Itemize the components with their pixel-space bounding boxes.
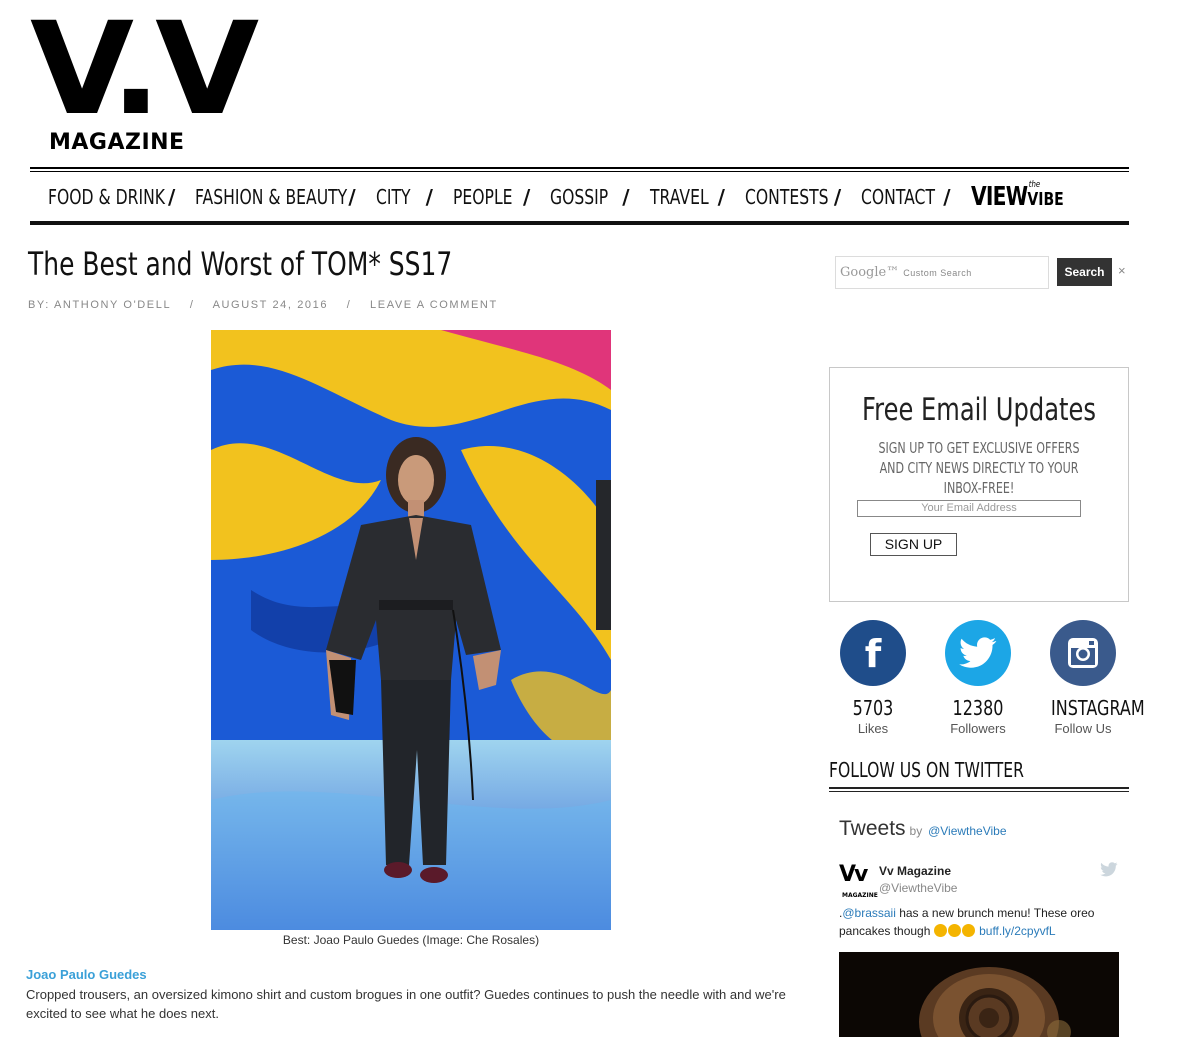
view-logo-view: VIEW	[970, 182, 1028, 212]
runway-photo	[211, 330, 611, 930]
tweet-media-image[interactable]	[839, 952, 1119, 1037]
facebook-icon[interactable]: f	[840, 620, 906, 686]
tweets-widget-header: Tweets by @ViewtheVibe	[839, 817, 1007, 841]
tweet-text: .@brassaii has a new brunch menu! These …	[839, 904, 1119, 940]
nav-rule	[30, 221, 1129, 225]
runway-photo-illustration	[211, 330, 611, 930]
tweets-by: by	[909, 824, 923, 838]
emoji-icon	[933, 924, 947, 937]
svg-text:f: f	[865, 635, 882, 671]
nav-rule	[30, 167, 1129, 169]
nav-separator: /	[833, 185, 842, 209]
site-logo[interactable]: V.V MAGAZINE	[30, 6, 259, 156]
logo-subtitle: MAGAZINE	[49, 130, 185, 155]
nav-separator: /	[522, 185, 531, 209]
nav-item-contact[interactable]: CONTACT	[861, 185, 935, 209]
leave-comment-link[interactable]: LEAVE A COMMENT	[370, 299, 498, 311]
instagram-follow-label: Follow Us	[1054, 721, 1112, 736]
designer-description: Cropped trousers, an oversized kimono sh…	[26, 987, 786, 1021]
nav-item-food-drink[interactable]: FOOD & DRINK	[48, 185, 165, 209]
emoji-icon	[961, 924, 975, 937]
tweet-media-illustration	[839, 952, 1119, 1037]
nav-separator: /	[943, 185, 951, 209]
facebook-likes-count: 5703	[852, 696, 894, 720]
nav-separator: /	[348, 185, 356, 209]
clear-search-icon[interactable]: ×	[1118, 263, 1126, 278]
follow-twitter-heading: FOLLOW US ON TWITTER	[829, 758, 1024, 782]
photo-caption: Best: Joao Paulo Guedes (Image: Che Rosa…	[282, 933, 540, 947]
email-field[interactable]: Your Email Address	[857, 500, 1081, 517]
instagram-label: INSTAGRAM	[1051, 696, 1145, 720]
view-the-vibe-logo[interactable]: VIEW the VIBE	[970, 180, 1064, 212]
nav-item-travel[interactable]: TRAVEL	[650, 185, 709, 209]
facebook-widget[interactable]: f 5703 Likes	[833, 620, 913, 736]
article-title: The Best and Worst of TOM* SS17	[28, 245, 453, 283]
nav-item-city[interactable]: CITY	[376, 185, 411, 209]
twitter-followers-label: Followers	[950, 721, 1006, 736]
nav-separator: /	[717, 185, 725, 209]
byline-separator: /	[346, 299, 352, 311]
nav-separator: /	[168, 185, 176, 209]
tweet-author-handle[interactable]: @ViewtheVibe	[879, 881, 957, 895]
nav-item-fashion-beauty[interactable]: FASHION & BEAUTY	[195, 185, 347, 209]
logo-mark: V.V	[30, 0, 259, 144]
google-brand-label: Google™	[840, 265, 900, 280]
nav-item-people[interactable]: PEOPLE	[453, 185, 512, 209]
nav-separator: /	[622, 185, 630, 209]
heading-rule	[829, 791, 1129, 792]
twitter-followers-count: 12380	[952, 696, 1004, 720]
tweets-handle-link[interactable]: @ViewtheVibe	[928, 824, 1006, 838]
view-logo-vibe: VIBE	[1026, 189, 1064, 210]
instagram-widget[interactable]: INSTAGRAM Follow Us	[1043, 620, 1145, 736]
article-byline: BY: ANTHONY O'DELL / AUGUST 24, 2016 / L…	[28, 299, 512, 311]
nav-item-gossip[interactable]: GOSSIP	[550, 185, 608, 209]
twitter-icon[interactable]	[945, 620, 1011, 686]
instagram-icon[interactable]	[1050, 620, 1116, 686]
email-subtitle: SIGN UP TO GET EXCLUSIVE OFFERS AND CITY…	[878, 439, 1080, 497]
twitter-widget[interactable]: 12380 Followers	[938, 620, 1018, 736]
search-button[interactable]: Search	[1057, 258, 1112, 286]
facebook-likes-label: Likes	[857, 721, 889, 736]
email-title: Free Email Updates	[862, 392, 1096, 428]
nav-item-contests[interactable]: CONTESTS	[745, 185, 829, 209]
nav-separator: /	[425, 185, 433, 209]
emoji-icon	[947, 924, 961, 937]
sign-up-button[interactable]: SIGN UP	[870, 533, 957, 556]
tweet-author-name[interactable]: Vv Magazine	[879, 864, 951, 878]
heading-rule	[829, 787, 1129, 789]
main-nav: FOOD & DRINK / FASHION & BEAUTY / CITY /…	[30, 172, 1129, 222]
designer-name-link[interactable]: Joao Paulo Guedes	[26, 967, 147, 982]
byline-separator: /	[189, 299, 195, 311]
byline-date: AUGUST 24, 2016	[212, 299, 329, 311]
avatar[interactable]: Vv MAGAZINE	[839, 864, 878, 900]
byline-author[interactable]: BY: ANTHONY O'DELL	[28, 299, 171, 311]
tweet-mention-link[interactable]: @brassaii	[842, 906, 896, 920]
custom-search-input[interactable]: Google™ Custom Search	[835, 256, 1049, 289]
twitter-bird-icon[interactable]	[1100, 862, 1118, 882]
tweet-link[interactable]: buff.ly/2cpyvfL	[979, 924, 1056, 938]
tweets-title: Tweets	[839, 817, 906, 840]
search-placeholder: Custom Search	[903, 267, 972, 278]
view-logo-the: the	[1028, 180, 1040, 190]
